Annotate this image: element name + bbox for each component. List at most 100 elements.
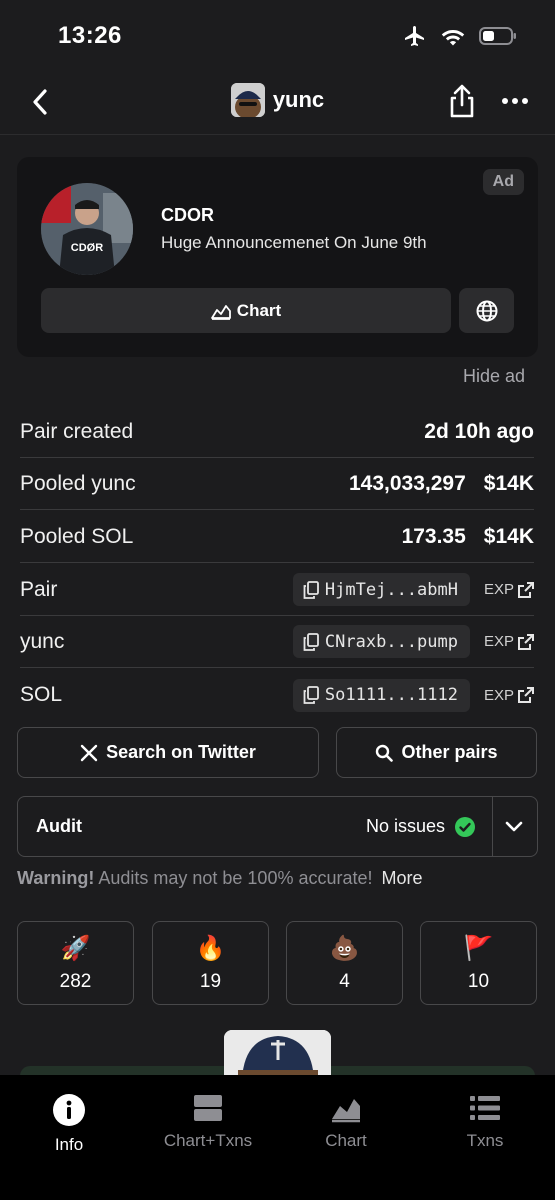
copy-address-button[interactable]: So1111...1112: [292, 678, 470, 712]
ad-project-name: CDOR: [161, 205, 214, 225]
ad-avatar: CDØR: [41, 183, 133, 275]
vote-rocket-button[interactable]: 🚀 282: [17, 921, 134, 1005]
address-actions: So1111...1112 EXP: [292, 678, 534, 712]
tab-label: Chart: [325, 1131, 367, 1150]
pooled-amount: 143,033,297: [349, 471, 466, 495]
status-bar: 13:26: [0, 0, 555, 75]
token-image: [224, 1030, 331, 1080]
vote-flag-button[interactable]: 🚩 10: [420, 921, 537, 1005]
vote-count: 19: [199, 970, 222, 992]
rocket-icon: 🚀: [60, 934, 91, 962]
chart-area-icon: [332, 1099, 360, 1123]
copy-icon: [303, 580, 319, 599]
info-row-pooled-sol: Pooled SOL 173.35 $14K: [20, 511, 534, 563]
status-time: 13:26: [58, 22, 122, 49]
vote-fire-button[interactable]: 🔥 19: [152, 921, 269, 1005]
explorer-link[interactable]: EXP: [484, 633, 534, 650]
pooled-usd: $14K: [483, 524, 534, 548]
wifi-icon: [441, 30, 465, 46]
info-label: Pair created: [20, 419, 134, 443]
ad-website-button[interactable]: [459, 288, 514, 333]
info-value: 173.35 $14K: [402, 525, 534, 549]
address-short: HjmTej...abmH: [324, 579, 458, 600]
explorer-label: EXP: [483, 633, 514, 650]
tab-txns[interactable]: Txns: [416, 1093, 554, 1151]
copy-address-button[interactable]: HjmTej...abmH: [292, 573, 470, 606]
globe-icon: [476, 300, 497, 321]
tab-label: Info: [54, 1135, 84, 1154]
explorer-label: EXP: [483, 581, 514, 598]
flag-icon: 🚩: [463, 934, 494, 962]
external-link-icon: [518, 687, 534, 703]
airplane-mode-icon: [405, 26, 424, 46]
explorer-link[interactable]: EXP: [484, 581, 534, 598]
warning-text: Audits may not be 100% accurate!: [98, 868, 373, 888]
tab-chart-txns[interactable]: Chart+Txns: [139, 1093, 277, 1151]
address-row-sol: SOL So1111...1112 EXP: [20, 669, 534, 721]
vote-count: 4: [339, 970, 350, 992]
external-link-icon: [518, 581, 534, 598]
info-label: Pooled SOL: [20, 524, 134, 548]
other-pairs-label: Other pairs: [401, 742, 498, 762]
poop-icon: 💩: [329, 934, 360, 962]
copy-icon: [303, 686, 319, 704]
explorer-link[interactable]: EXP: [484, 687, 534, 704]
chevron-down-icon[interactable]: [503, 815, 525, 837]
warning-more-link[interactable]: More: [382, 868, 423, 888]
battery-icon: [479, 27, 516, 45]
copy-address-button[interactable]: CNraxb...pump: [292, 625, 470, 658]
info-value: 143,033,297 $14K: [349, 472, 534, 496]
explorer-label: EXP: [483, 686, 514, 704]
address-label: yunc: [20, 629, 65, 653]
vote-poop-button[interactable]: 💩 4: [286, 921, 403, 1005]
address-row-token: yunc CNraxb...pump EXP: [20, 616, 534, 668]
info-circle-icon: [53, 1094, 85, 1126]
address-label: SOL: [20, 683, 63, 706]
pooled-usd: $14K: [483, 471, 534, 495]
address-short: CNraxb...pump: [324, 631, 458, 652]
x-logo-icon: [80, 744, 98, 761]
fire-icon: 🔥: [195, 934, 226, 962]
address-short: So1111...1112: [324, 685, 458, 705]
audit-label: Audit: [36, 816, 82, 836]
more-options-icon[interactable]: [501, 89, 529, 113]
hide-ad-link[interactable]: Hide ad: [463, 366, 525, 387]
warning-bold: Warning!: [17, 868, 95, 888]
external-link-icon: [518, 633, 534, 650]
audit-warning: Warning! Audits may not be 100% accurate…: [17, 868, 423, 889]
pooled-amount: 173.35: [401, 524, 466, 548]
tab-info[interactable]: Info: [0, 1093, 138, 1155]
token-avatar: [230, 83, 265, 117]
ad-avatar-logo-text: CDØR: [71, 242, 103, 254]
info-row-pooled-token: Pooled yunc 143,033,297 $14K: [20, 458, 534, 510]
share-icon[interactable]: [447, 83, 477, 119]
info-value: 2d 10h ago: [424, 419, 534, 443]
ad-description: Huge Announcemenet On June 9th: [161, 233, 427, 252]
bottom-tab-bar: Info Chart+Txns Chart Txns: [0, 1075, 555, 1200]
ad-card[interactable]: Ad CDØR CDOR Huge Announcemenet On June …: [17, 157, 538, 357]
ad-chart-button[interactable]: Chart: [41, 288, 451, 333]
address-actions: CNraxb...pump EXP: [292, 625, 534, 658]
audit-status: No issues: [366, 816, 475, 837]
audit-divider: [492, 797, 493, 856]
tab-chart[interactable]: Chart: [277, 1093, 415, 1151]
check-circle-icon: [455, 816, 475, 837]
audit-status-text: No issues: [365, 816, 445, 836]
tab-label: Chart+Txns: [163, 1131, 253, 1150]
search-twitter-label: Search on Twitter: [106, 742, 256, 762]
ad-chart-label: Chart: [236, 300, 282, 320]
search-twitter-button[interactable]: Search on Twitter: [17, 727, 319, 778]
info-label: Pooled yunc: [20, 471, 136, 495]
address-row-pair: Pair HjmTej...abmH EXP: [20, 564, 534, 616]
split-view-icon: [194, 1095, 222, 1121]
ad-badge: Ad: [482, 169, 524, 195]
audit-panel[interactable]: Audit No issues: [17, 796, 538, 857]
chart-area-icon: [210, 304, 231, 320]
other-pairs-button[interactable]: Other pairs: [336, 727, 537, 778]
token-title: yunc: [272, 87, 325, 112]
info-row-pair-created: Pair created 2d 10h ago: [20, 406, 534, 458]
list-icon: [470, 1096, 500, 1120]
search-icon: [376, 744, 394, 762]
address-actions: HjmTej...abmH EXP: [292, 573, 534, 606]
navigation-bar: yunc: [0, 75, 555, 135]
